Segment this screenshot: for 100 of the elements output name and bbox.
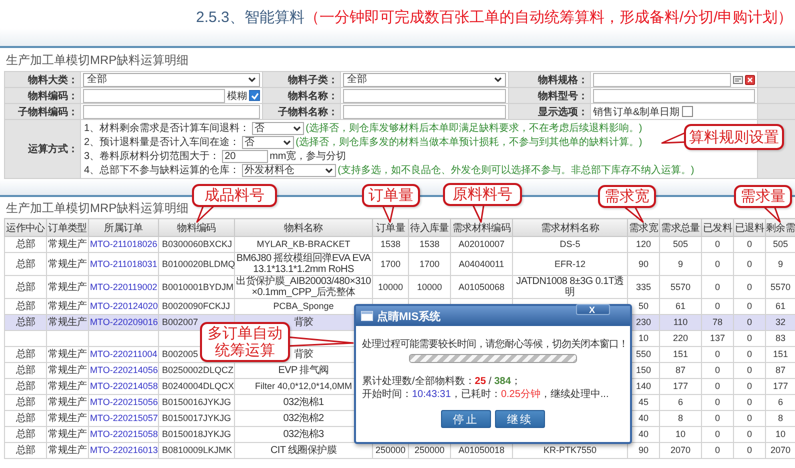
table-cell: 90 <box>628 252 660 276</box>
table-cell: 9 <box>660 252 702 276</box>
table-cell: 总部 <box>4 442 46 458</box>
column-header: 需求宽 <box>628 218 660 236</box>
text-field[interactable] <box>593 72 731 86</box>
dialog-button[interactable]: 停止 <box>441 410 491 428</box>
table-cell: 常规生产 <box>46 378 88 394</box>
table-cell: 0 <box>734 252 766 276</box>
caret-icon <box>324 168 333 172</box>
checkbox[interactable] <box>682 106 693 117</box>
table-cell: 87 <box>660 362 702 378</box>
table-cell: 总部 <box>4 346 46 362</box>
table-cell: B0150018JYKJG <box>158 426 234 442</box>
checkbox-label: 模糊 <box>227 90 247 102</box>
clear-icon[interactable] <box>745 74 755 84</box>
table-cell: 0 <box>734 362 766 378</box>
table-cell: 0 <box>734 346 766 362</box>
table-cell: 0 <box>702 236 734 252</box>
table-cell: BM6J80 摇纹模组回弹EVA EVA 13.1*13.1*1.2mm RoHS <box>234 252 372 276</box>
table-cell: 0 <box>702 252 734 276</box>
rule-note: mm宽，参与分切 <box>270 150 346 163</box>
table-cell: 177 <box>660 378 702 394</box>
text-field[interactable] <box>343 104 506 118</box>
caret-icon <box>248 77 256 82</box>
table-cell: 220 <box>660 330 702 346</box>
field-label: 物料型号： <box>508 88 590 104</box>
table-cell: 常规生产 <box>46 426 88 442</box>
text-field[interactable] <box>593 88 755 102</box>
lookup-icon[interactable] <box>733 74 743 84</box>
caret-icon <box>494 77 502 82</box>
table-cell: B0810009LKJMK <box>158 442 234 458</box>
column-header: 物料名称 <box>234 218 372 236</box>
table-cell: 常规生产 <box>46 252 88 276</box>
table-cell: 6 <box>660 394 702 410</box>
field-label: 运算方式： <box>4 120 80 178</box>
window-icon <box>361 311 373 321</box>
column-header: 已退料 <box>734 218 766 236</box>
close-button[interactable]: X <box>576 304 610 315</box>
table-cell: 0 <box>734 314 766 330</box>
table-cell: 常规生产 <box>46 442 88 458</box>
table-cell: 0 <box>702 426 734 442</box>
table-cell: 总部 <box>4 410 46 426</box>
table-cell: 10000 <box>408 276 450 298</box>
rule-note: (支持多选，如不良品仓、外发仓则可以选择不参与。非总部下库存不纳入运算。) <box>338 164 694 177</box>
table-cell: 0 <box>702 442 734 458</box>
caret-icon <box>292 126 301 130</box>
table-row[interactable]: 总部 常规生产 MTO-211018026 B0300060BXCKJ MYLAR_KB-BRACKET 1538 1538 A02010007 DS-5 120 505 0 0 505 <box>4 236 795 252</box>
column-header: 订单量 <box>372 218 408 236</box>
checkbox[interactable] <box>249 90 260 101</box>
table-cell: EFR-12 <box>512 252 628 276</box>
table-cell: B0150016JYKJG <box>158 394 234 410</box>
table-cell: 常规生产 <box>46 276 88 298</box>
table-cell: 常规生产 <box>46 314 88 330</box>
table-cell: 10000 <box>372 276 408 298</box>
table-cell: B0240004DLQCX <box>158 378 234 394</box>
table-cell: 常规生产 <box>46 236 88 252</box>
select-field[interactable]: 外发材料仓 <box>242 164 336 176</box>
table-cell: 0 <box>702 362 734 378</box>
table-cell: 1700 <box>372 252 408 276</box>
table-cell: DS-5 <box>512 236 628 252</box>
table-cell: 总部 <box>4 252 46 276</box>
select-field[interactable]: 全部 <box>343 72 506 86</box>
table-cell: 0 <box>702 410 734 426</box>
section-heading: 生产加工单模切MRP缺料运算明细 <box>6 201 189 215</box>
table-cell: 1538 <box>372 236 408 252</box>
rule-label: 3、卷料原材料分切范围大于： <box>84 150 220 163</box>
dialog-button[interactable]: 继续 <box>495 410 545 428</box>
table-cell: 常规生产 <box>46 362 88 378</box>
column-header: 需求材料名称 <box>512 218 628 236</box>
text-field[interactable] <box>343 88 506 102</box>
table-cell: 1700 <box>408 252 450 276</box>
table-cell: 335 <box>628 276 660 298</box>
table-cell: B0300060BXCKJ <box>158 236 234 252</box>
checkbox-label: 销售订单&制单日期 <box>593 106 680 118</box>
text-field[interactable] <box>83 104 260 118</box>
page-title: 2.5.3、智能算料（一分钟即可完成数百张工单的自动统筹算料，形成备料/分切/申购计划） <box>196 8 793 28</box>
column-header: 已发料 <box>702 218 734 236</box>
rule-label: 2、预计退料量是否计入车间在途： <box>84 136 240 149</box>
select-field[interactable]: 否 <box>252 122 304 134</box>
table-cell: JATDN1008 8±3G 0.1T透明 <box>512 276 628 298</box>
field-label: 物料编码： <box>4 88 80 104</box>
select-field[interactable]: 否 <box>242 136 294 148</box>
field-label: 物料子类： <box>262 72 340 88</box>
text-field[interactable]: 20 <box>222 150 268 162</box>
text-field[interactable] <box>83 88 225 102</box>
table-cell: MYLAR_KB-BRACKET <box>234 236 372 252</box>
field-label: 显示选项： <box>508 104 590 120</box>
table-cell: A02010007 <box>450 236 512 252</box>
column-header: 物料编码 <box>158 218 234 236</box>
table-cell: 0 <box>734 236 766 252</box>
table-cell: 0 <box>734 276 766 298</box>
rule-label: 4、总部下不参与缺料运算的仓库： <box>84 164 240 177</box>
column-header: 剩余需 <box>766 218 795 236</box>
table-cell: 出货保护膜_AIB20003/480×310×0.1mm_CPP_后壳整体 <box>234 276 372 298</box>
caret-icon <box>282 140 291 144</box>
rule-note: (选择否，则仓库发够材料后本单即满足缺料要求，不在考虑后续退料影响。) <box>306 122 642 135</box>
field-label: 物料名称： <box>262 88 340 104</box>
table-cell: 常规生产 <box>46 410 88 426</box>
select-field[interactable]: 全部 <box>83 72 260 86</box>
table-cell: B0150017JYKJG <box>158 410 234 426</box>
